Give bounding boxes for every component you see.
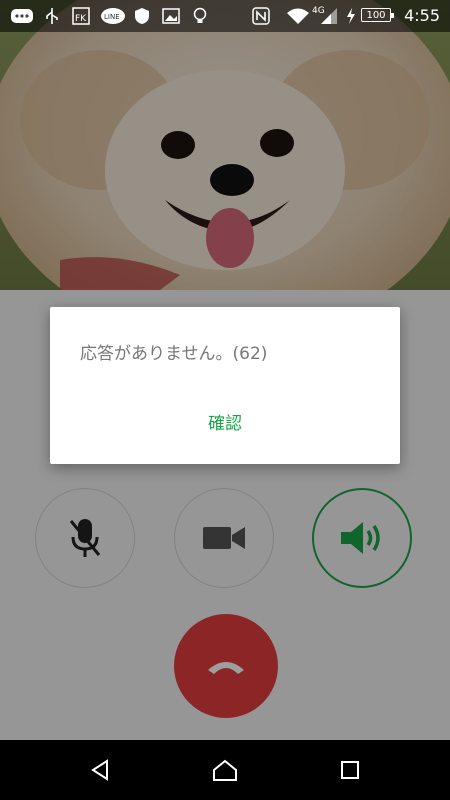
charging-icon [346,7,356,25]
fk-icon: FK [72,7,90,25]
clock: 4:55 [404,6,440,25]
chat-icon [10,7,34,25]
nfc-icon [252,7,270,25]
line-icon: LINE [100,7,126,25]
svg-text:FK: FK [75,14,87,24]
dialog-message: 応答がありません。(62) [80,344,268,364]
status-bar: FK LINE 4G 100 4:55 [0,0,450,32]
usb-icon [44,7,60,25]
confirm-button[interactable]: 確認 [50,409,400,434]
battery-level: 100 [361,8,394,22]
signal-icon [320,7,338,25]
wifi-icon [286,7,310,25]
recents-icon[interactable] [336,756,364,784]
svg-text:LINE: LINE [104,13,120,21]
navigation-bar [0,740,450,800]
shield-icon [134,7,150,25]
back-icon[interactable] [86,756,114,784]
no-answer-dialog: 応答がありません。(62) 確認 [50,307,400,464]
image-icon [162,7,180,25]
bulb-icon [192,7,208,25]
home-icon[interactable] [211,756,239,784]
